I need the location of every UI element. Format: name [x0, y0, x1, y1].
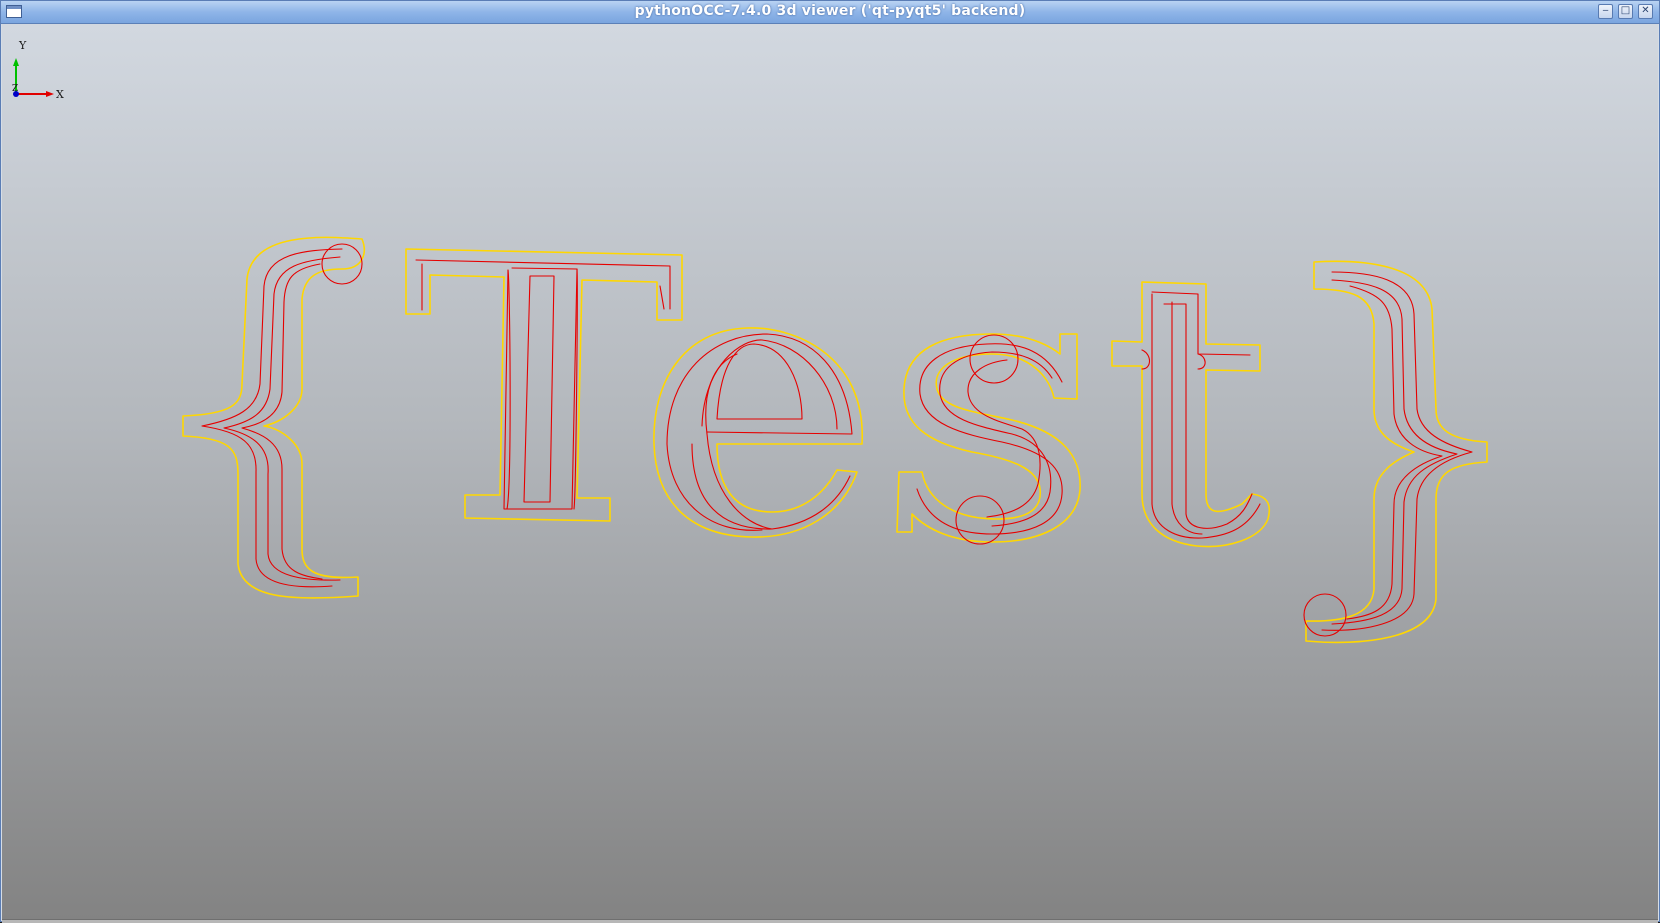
minimize-icon[interactable]: ‒: [1598, 4, 1613, 19]
viewer-window: pythonOCC-7.4.0 3d viewer ('qt-pyqt5' ba…: [0, 0, 1660, 923]
letter-t-shape: [405, 248, 683, 522]
right-brace-shape: [1303, 260, 1488, 644]
z-axis-label: Z: [12, 84, 18, 94]
3d-viewport[interactable]: Y X Z: [2, 24, 1658, 919]
status-bar: [2, 919, 1658, 923]
axis-trihedron: Y X Z: [12, 39, 64, 101]
letter-e-shape: [653, 327, 863, 538]
y-axis-label: Y: [18, 39, 27, 52]
left-brace-shape: [182, 236, 366, 599]
x-axis-label: X: [56, 88, 64, 101]
window-title: pythonOCC-7.4.0 3d viewer ('qt-pyqt5' ba…: [634, 3, 1026, 19]
close-icon[interactable]: ✕: [1638, 4, 1653, 19]
title-bar[interactable]: pythonOCC-7.4.0 3d viewer ('qt-pyqt5' ba…: [1, 1, 1659, 24]
maximize-icon[interactable]: □: [1618, 4, 1633, 19]
letter-s-shape: [896, 333, 1081, 545]
letter-t-lower-shape: [1111, 281, 1271, 548]
wireframe-scene: [182, 236, 1488, 644]
